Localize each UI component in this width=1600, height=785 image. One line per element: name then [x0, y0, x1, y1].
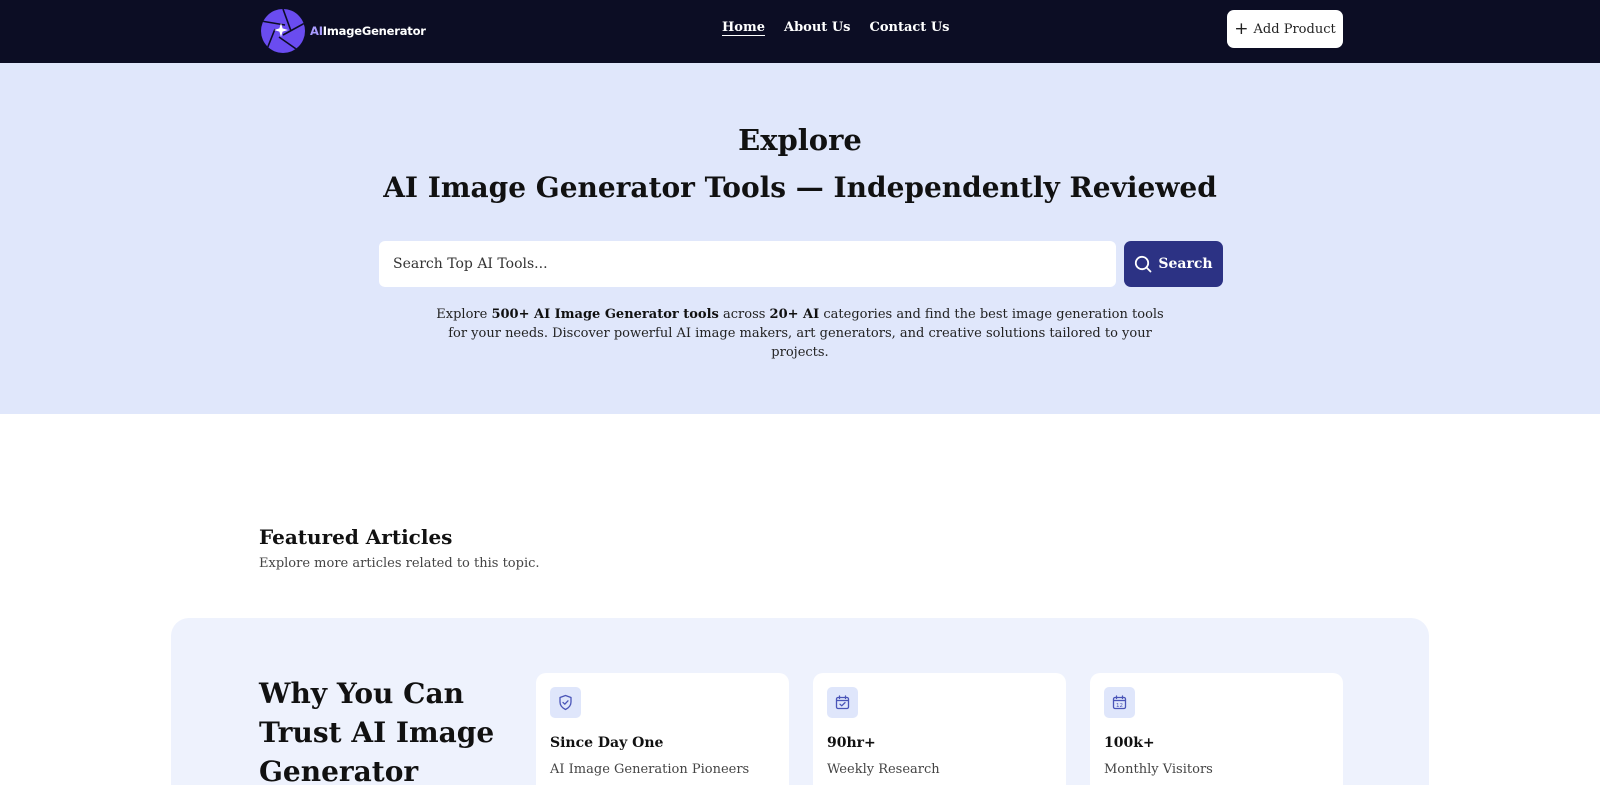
- hero-title-line2: AI Image Generator Tools — Independently…: [383, 171, 1217, 204]
- calendar-date-text: 12: [1116, 703, 1123, 709]
- logo-text: AIImageGenerator: [310, 24, 426, 38]
- add-product-label: Add Product: [1253, 21, 1336, 37]
- calendar-check-icon: [827, 687, 858, 718]
- search-button[interactable]: Search: [1124, 241, 1223, 287]
- nav-link-home[interactable]: Home: [722, 20, 765, 35]
- search-input[interactable]: [379, 241, 1116, 287]
- nav-link-about-us[interactable]: About Us: [784, 20, 851, 35]
- trust-section: Why You Can Trust AI Image Generator Sin…: [171, 618, 1429, 785]
- top-navbar: AIImageGenerator Home About Us Contact U…: [0, 0, 1600, 63]
- trust-title: Why You Can Trust AI Image Generator: [259, 677, 495, 785]
- hero-description: Explore 500+ AI Image Generator tools ac…: [436, 307, 1164, 360]
- calendar-date-icon: 12: [1104, 687, 1135, 718]
- hero-title-line1: Explore: [738, 123, 862, 157]
- stat-label: AI Image Generation Pioneers: [550, 762, 750, 777]
- stat-value: 90hr+: [827, 735, 876, 751]
- featured-articles-subtitle: Explore more articles related to this to…: [259, 556, 540, 571]
- search-button-label: Search: [1158, 256, 1213, 272]
- stat-value: 100k+: [1104, 735, 1155, 751]
- add-product-button[interactable]: + Add Product: [1227, 10, 1343, 48]
- site-logo[interactable]: AIImageGenerator: [261, 8, 426, 54]
- hero-section: Explore AI Image Generator Tools — Indep…: [0, 63, 1600, 414]
- stat-card-monthly-visitors: 12 100k+ Monthly Visitors: [1090, 673, 1343, 785]
- shield-check-icon: [550, 687, 581, 718]
- stat-card-weekly-research: 90hr+ Weekly Research: [813, 673, 1066, 785]
- stat-value: Since Day One: [550, 735, 664, 751]
- featured-articles-title: Featured Articles: [259, 525, 453, 549]
- search-icon: [1135, 255, 1152, 273]
- stat-label: Monthly Visitors: [1104, 762, 1213, 777]
- main-nav: Home About Us Contact Us: [722, 20, 968, 35]
- stat-card-since-day-one: Since Day One AI Image Generation Pionee…: [536, 673, 789, 785]
- nav-link-contact-us[interactable]: Contact Us: [869, 20, 949, 35]
- plus-icon: +: [1234, 18, 1249, 39]
- stat-label: Weekly Research: [827, 762, 940, 777]
- aperture-logo-icon: [261, 9, 305, 53]
